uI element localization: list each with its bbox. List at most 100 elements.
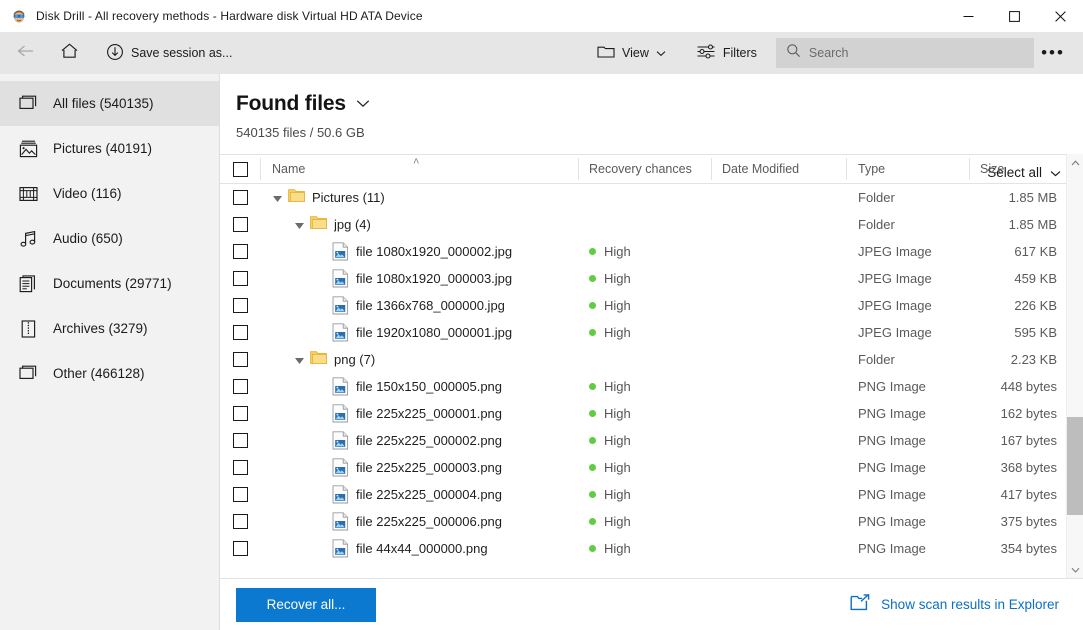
file-name-label: file 1366x768_000000.jpg — [356, 298, 505, 313]
cell-name: file 1366x768_000000.jpg — [260, 292, 578, 319]
table-row[interactable]: file 225x225_000004.png High PNG Image 417 … — [220, 481, 1083, 508]
cell-type: PNG Image — [858, 460, 926, 475]
cell-recovery-chances: High — [578, 292, 711, 319]
vertical-scrollbar[interactable] — [1066, 154, 1083, 578]
row-checkbox-cell[interactable] — [220, 508, 260, 535]
scrollbar-track[interactable] — [1066, 171, 1083, 561]
expand-collapse-triangle-icon[interactable] — [272, 192, 283, 203]
recover-all-button[interactable]: Recover all... — [236, 587, 376, 622]
row-checkbox-cell[interactable] — [220, 238, 260, 265]
found-files-heading[interactable]: Found files — [236, 92, 1065, 116]
sidebar-item-video[interactable]: Video (116) — [0, 171, 219, 216]
column-header-recovery-chances[interactable]: Recovery chances — [578, 154, 711, 184]
column-header-date-modified[interactable]: Date Modified — [711, 154, 846, 184]
view-button[interactable]: View — [588, 36, 675, 70]
sidebar-item-label: Documents (29771) — [53, 276, 172, 291]
table-row[interactable]: Pictures (11) Folder 1.85 MB — [220, 184, 1083, 211]
row-checkbox[interactable] — [232, 433, 248, 448]
table-row[interactable]: file 1080x1920_000003.jpg High JPEG Image 4… — [220, 265, 1083, 292]
row-checkbox-cell[interactable] — [220, 265, 260, 292]
row-checkbox[interactable] — [232, 217, 248, 232]
row-checkbox[interactable] — [232, 271, 248, 286]
table-row[interactable]: jpg (4) Folder 1.85 MB — [220, 211, 1083, 238]
cell-recovery-chances: High — [578, 535, 711, 562]
sidebar-item-documents[interactable]: Documents (29771) — [0, 261, 219, 306]
table-row[interactable]: file 1366x768_000000.jpg High JPEG Image 22… — [220, 292, 1083, 319]
filters-label: Filters — [722, 46, 757, 60]
recovery-status-dot — [589, 491, 596, 498]
row-checkbox[interactable] — [232, 190, 248, 205]
table-row[interactable]: file 44x44_000000.png High PNG Image 354 by… — [220, 535, 1083, 562]
row-checkbox-cell[interactable] — [220, 427, 260, 454]
recovery-chance-label: High — [604, 325, 631, 340]
folder-icon — [310, 215, 327, 234]
window-title: Disk Drill - All recovery methods - Hard… — [36, 9, 423, 23]
cell-date-modified — [711, 454, 846, 481]
row-checkbox-cell[interactable] — [220, 184, 260, 211]
image-file-icon — [332, 269, 349, 288]
table-row[interactable]: file 1920x1080_000001.jpg High JPEG Image 5… — [220, 319, 1083, 346]
scroll-down-arrow-icon[interactable] — [1067, 561, 1083, 578]
expand-collapse-triangle-icon[interactable] — [294, 354, 305, 365]
select-all-checkbox[interactable] — [232, 161, 248, 177]
select-all-checkbox-cell[interactable] — [220, 154, 260, 184]
table-row[interactable]: file 1080x1920_000002.jpg High JPEG Image 6… — [220, 238, 1083, 265]
save-session-button[interactable]: Save session as... — [97, 36, 241, 70]
row-checkbox[interactable] — [232, 379, 248, 394]
chevron-down-icon[interactable] — [356, 95, 370, 113]
row-checkbox[interactable] — [232, 406, 248, 421]
sidebar-item-pictures[interactable]: Pictures (40191) — [0, 126, 219, 171]
table-row[interactable]: file 225x225_000001.png High PNG Image 162 … — [220, 400, 1083, 427]
row-checkbox-cell[interactable] — [220, 319, 260, 346]
scrollbar-thumb[interactable] — [1066, 417, 1083, 515]
sidebar-item-archives[interactable]: Archives (3279) — [0, 306, 219, 351]
row-checkbox-cell[interactable] — [220, 400, 260, 427]
search-input[interactable]: Search — [775, 38, 1034, 68]
sidebar-item-audio[interactable]: Audio (650) — [0, 216, 219, 261]
cell-recovery-chances: High — [578, 454, 711, 481]
maximize-button[interactable] — [991, 0, 1037, 32]
row-checkbox[interactable] — [232, 325, 248, 340]
row-checkbox-cell[interactable] — [220, 535, 260, 562]
table-row[interactable]: file 150x150_000005.png High PNG Image 448 … — [220, 373, 1083, 400]
sidebar-item-other[interactable]: Other (466128) — [0, 351, 219, 396]
row-checkbox-cell[interactable] — [220, 481, 260, 508]
row-checkbox[interactable] — [232, 352, 248, 367]
row-checkbox-cell[interactable] — [220, 211, 260, 238]
cell-date-modified — [711, 373, 846, 400]
row-checkbox[interactable] — [232, 460, 248, 475]
row-checkbox-cell[interactable] — [220, 454, 260, 481]
row-checkbox[interactable] — [232, 514, 248, 529]
row-checkbox[interactable] — [232, 298, 248, 313]
expand-collapse-triangle-icon[interactable] — [294, 219, 305, 230]
table-row[interactable]: png (7) Folder 2.23 KB — [220, 346, 1083, 373]
recovery-status-dot — [589, 275, 596, 282]
column-header-type[interactable]: Type — [846, 154, 969, 184]
filters-button[interactable]: Filters — [687, 36, 766, 70]
sidebar-item-label: Audio (650) — [53, 231, 123, 246]
home-button[interactable] — [49, 36, 89, 70]
scroll-up-arrow-icon[interactable] — [1067, 154, 1083, 171]
minimize-button[interactable] — [945, 0, 991, 32]
show-scan-results-link[interactable]: Show scan results in Explorer — [850, 594, 1059, 615]
file-name-label: file 150x150_000005.png — [356, 379, 503, 394]
table-row[interactable]: file 225x225_000006.png High PNG Image 375 … — [220, 508, 1083, 535]
sidebar-item-all-files[interactable]: All files (540135) — [0, 81, 219, 126]
row-checkbox[interactable] — [232, 487, 248, 502]
cell-date-modified — [711, 346, 846, 373]
row-checkbox-cell[interactable] — [220, 346, 260, 373]
more-options-button[interactable]: ••• — [1033, 36, 1073, 70]
column-label: Date Modified — [722, 162, 800, 176]
page-title: Found files — [236, 92, 346, 115]
close-button[interactable] — [1037, 0, 1083, 32]
row-checkbox[interactable] — [232, 541, 248, 556]
table-row[interactable]: file 225x225_000003.png High PNG Image 368 … — [220, 454, 1083, 481]
table-row[interactable]: file 225x225_000002.png High PNG Image 167 … — [220, 427, 1083, 454]
row-checkbox-cell[interactable] — [220, 373, 260, 400]
cell-type: PNG Image — [858, 379, 926, 394]
row-checkbox[interactable] — [232, 244, 248, 259]
row-checkbox-cell[interactable] — [220, 292, 260, 319]
cell-name: file 1080x1920_000003.jpg — [260, 265, 578, 292]
back-button[interactable] — [6, 36, 46, 70]
cell-type: PNG Image — [858, 433, 926, 448]
